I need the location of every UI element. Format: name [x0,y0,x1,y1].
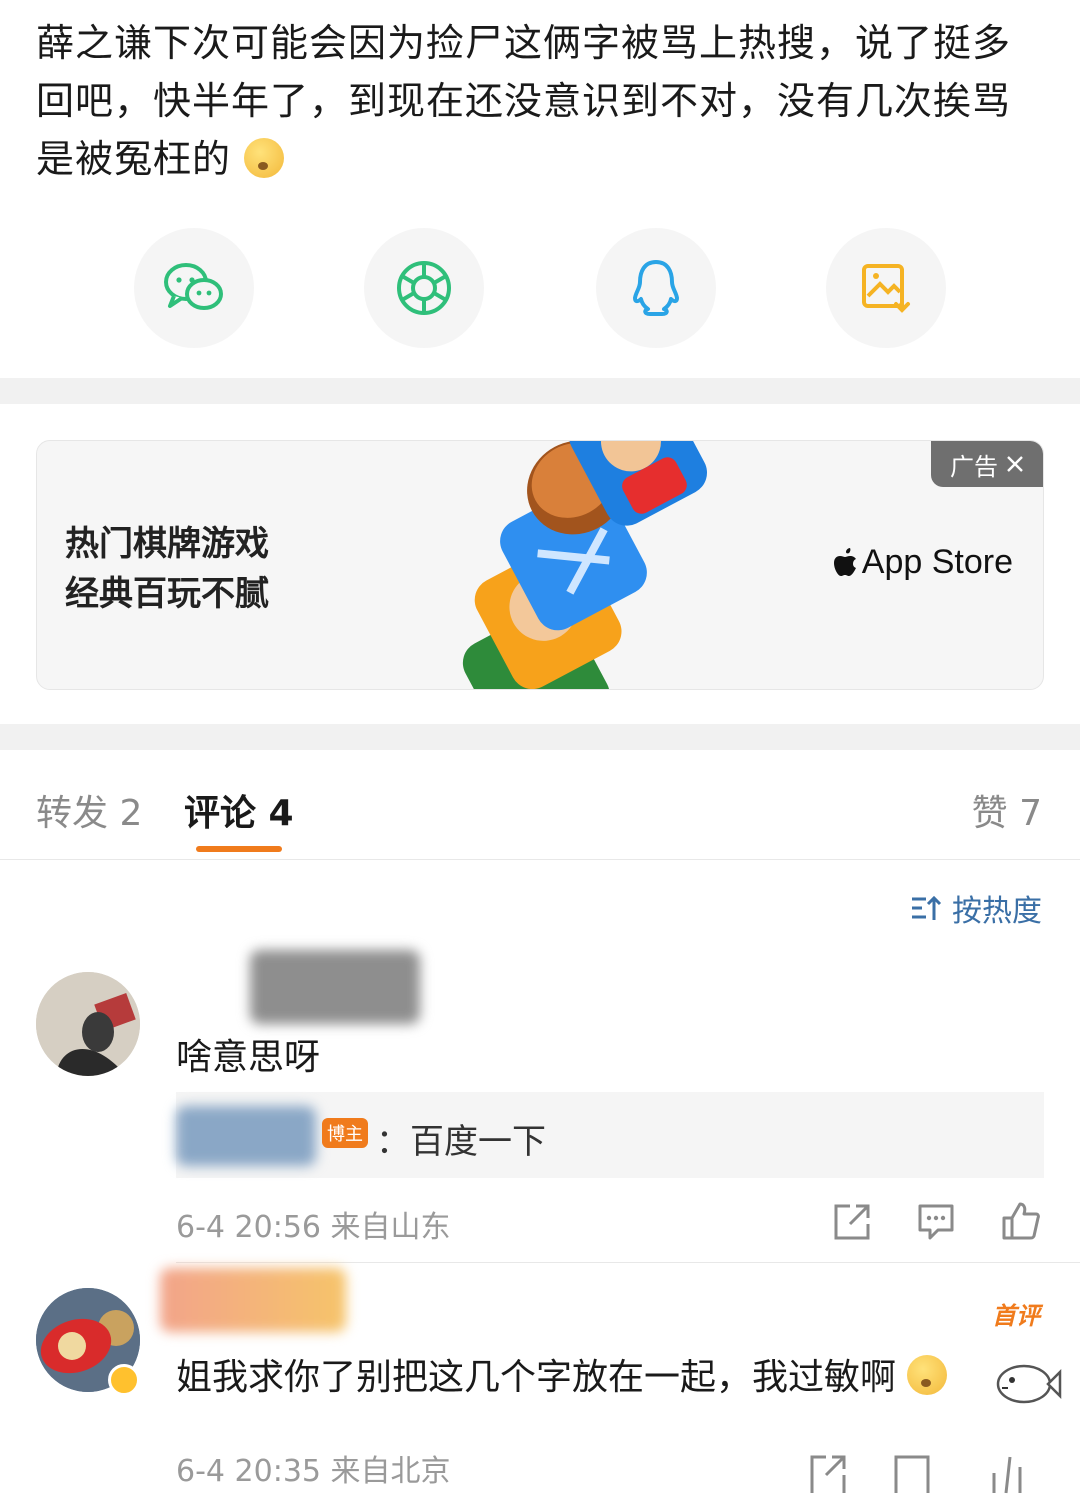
reply-username-redacted [176,1106,316,1166]
tab-repost[interactable]: 转发 2 [36,784,142,836]
reply-comment-icon[interactable] [916,1202,956,1242]
username-redacted [160,1268,346,1332]
share-qq-button[interactable] [596,228,716,348]
close-icon [1007,456,1023,472]
share-wechat-button[interactable] [134,228,254,348]
sort-by-hot-button[interactable]: 按热度 [910,886,1042,930]
first-comment-badge: 首评 [992,1302,1040,1330]
username-redacted [250,950,420,1024]
comment-text: 姐我求你了别把这几个字放在一起，我过敏啊 [176,1348,948,1400]
tab-comments[interactable]: 评论 4 [184,784,294,836]
sort-label: 按热度 [952,894,1042,929]
ad-card[interactable]: 热门棋牌游戏 经典百玩不腻 广告 App Store [36,440,1044,690]
like-icon[interactable] [1000,1200,1040,1240]
save-image-button[interactable] [826,228,946,348]
laughing-emoji-icon [907,1355,948,1395]
avatar-image [36,972,140,1076]
like-icon[interactable] [986,1448,1026,1498]
fish-sticker-icon [996,1364,1062,1404]
ad-game-artwork [462,441,708,689]
avatar[interactable] [36,972,140,1076]
ad-text: 热门棋牌游戏 经典百玩不腻 [65,519,269,619]
tab-bar: 转发 2 评论 4 赞 7 [0,752,1080,860]
sort-icon [912,895,942,920]
author-badge: 博主 [322,1118,368,1148]
ad-close-tag[interactable]: 广告 [931,441,1043,487]
section-divider [0,378,1080,404]
ad-line-2: 经典百玩不腻 [65,574,269,614]
ad-line-1: 热门棋牌游戏 [65,524,269,564]
ad-tag-label: 广告 [950,452,998,481]
share-moments-button[interactable] [364,228,484,348]
qq-icon [633,260,679,316]
comment-item: 首评 姐我求你了别把这几个字放在一起，我过敏啊 6-4 20:35 来自北京 [0,1262,1080,1503]
comment-meta: 6-4 20:35 来自北京 [176,1454,451,1489]
comment-item: 啥意思呀 博主 ：百度一下 6-4 20:56 来自山东 [0,940,1080,1263]
comment-body: 姐我求你了别把这几个字放在一起，我过敏啊 [176,1357,897,1398]
share-comment-icon[interactable] [808,1448,848,1498]
verified-badge-icon [108,1364,140,1396]
app-store-label: App Store [861,543,1013,581]
thinking-emoji-icon [244,138,285,178]
reply-text: ：百度一下 [376,1122,546,1162]
moments-icon [397,261,451,315]
reply-box[interactable]: 博主 ：百度一下 [176,1092,1044,1178]
comment-meta: 6-4 20:56 来自山东 [176,1210,451,1245]
post-body: 薛之谦下次可能会因为捡尸这俩字被骂上热搜，说了挺多回吧，快半年了，到现在还没意识… [36,21,1012,181]
section-divider-2 [0,724,1080,750]
share-row [0,228,1080,348]
comment-text: 啥意思呀 [176,1037,321,1078]
share-comment-icon[interactable] [832,1202,872,1242]
app-store-link[interactable]: App Store [832,543,1013,582]
reply-comment-icon[interactable] [892,1448,932,1498]
wechat-icon [164,263,223,310]
apple-icon [833,547,856,576]
active-tab-indicator [196,846,282,852]
tab-likes[interactable]: 赞 7 [972,784,1042,836]
post-text: 薛之谦下次可能会因为捡尸这俩字被骂上热搜，说了挺多回吧，快半年了，到现在还没意识… [36,14,1046,188]
save-image-icon [862,264,910,313]
